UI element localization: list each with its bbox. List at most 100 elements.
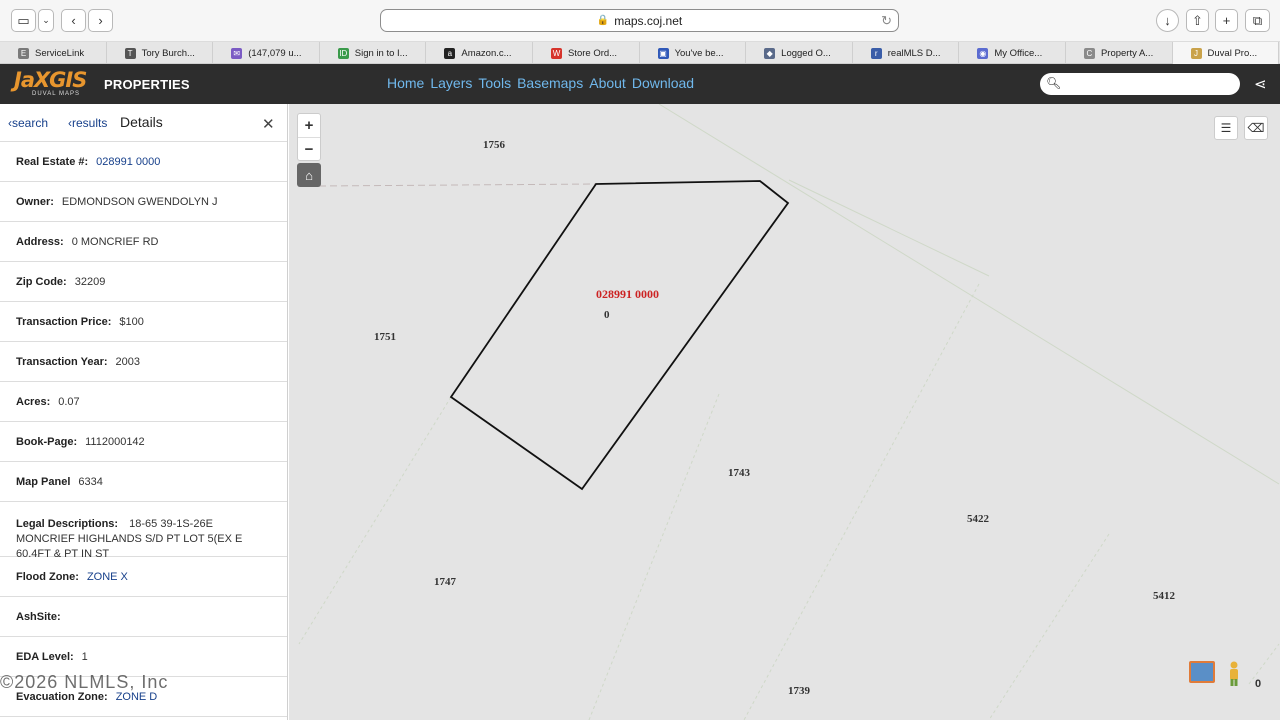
tab-favicon-icon: ◆ — [764, 47, 776, 59]
nav-download[interactable]: Download — [632, 75, 694, 91]
field-flood-zone: Flood Zone: ZONE X — [0, 557, 287, 597]
back-to-search-link[interactable]: ‹search — [8, 116, 48, 130]
tab-label: Tory Burch... — [141, 47, 195, 59]
tab-label: Logged O... — [781, 47, 831, 59]
basemap-gallery-icon[interactable] — [1189, 661, 1215, 683]
browser-tab[interactable]: r realMLS D... — [853, 42, 960, 64]
share-network-icon[interactable]: ⋖ — [1254, 75, 1267, 93]
sidebar-menu-chevron-icon[interactable]: ⌄ — [38, 9, 54, 32]
browser-toolbar: ▭ ⌄ ‹ › 🔒 maps.coj.net ↻ ↓ ⇧ + ⧉ — [0, 0, 1280, 42]
eraser-icon: ⌫ — [1247, 121, 1265, 135]
panel-header: ‹search ‹results Details ✕ — [0, 104, 287, 142]
field-address: Address: 0 MONCRIEF RD — [0, 222, 287, 262]
lot-label: 1747 — [434, 576, 457, 588]
lot-line — [1248, 643, 1280, 685]
tab-label: Sign in to I... — [354, 47, 408, 59]
close-icon[interactable]: ✕ — [262, 115, 275, 133]
browser-tab[interactable]: C Property A... — [1066, 42, 1173, 64]
lock-icon: 🔒 — [596, 15, 610, 26]
nav-basemaps[interactable]: Basemaps — [517, 75, 583, 91]
download-icon[interactable]: ↓ — [1156, 9, 1179, 32]
tab-label: realMLS D... — [887, 47, 941, 59]
browser-tab[interactable]: ID Sign in to I... — [320, 42, 427, 64]
reload-icon[interactable]: ↻ — [881, 13, 892, 29]
new-tab-icon[interactable]: + — [1215, 9, 1238, 32]
tab-label: Duval Pro... — [1207, 47, 1258, 59]
field-ashsite: AshSite: — [0, 597, 287, 637]
nav-home[interactable]: Home — [387, 75, 424, 91]
lot-boundaries — [298, 104, 1280, 720]
field-zip: Zip Code: 32209 — [0, 262, 287, 302]
nav-tools[interactable]: Tools — [478, 75, 511, 91]
nav-about[interactable]: About — [589, 75, 626, 91]
field-eda-level: EDA Level: 1 — [0, 637, 287, 677]
clear-graphics-button[interactable]: ⌫ — [1244, 116, 1268, 140]
lot-line — [298, 396, 452, 645]
lot-label: 1743 — [728, 467, 751, 479]
address-bar[interactable]: 🔒 maps.coj.net ↻ — [380, 9, 899, 32]
flood-zone-link[interactable]: ZONE X — [87, 571, 128, 583]
zoom-control: + − — [297, 113, 321, 161]
browser-tab[interactable]: W Store Ord... — [533, 42, 640, 64]
tab-favicon-icon: ID — [337, 47, 349, 59]
road-line — [318, 183, 597, 187]
sidebar-toggle-icon[interactable]: ▭ — [11, 9, 36, 32]
lot-label: 1756 — [483, 139, 506, 151]
tab-favicon-icon: r — [870, 47, 882, 59]
tab-label: Store Ord... — [567, 47, 618, 59]
tab-favicon-icon: ✉ — [231, 47, 243, 59]
search-icon: 🔍︎ — [1046, 76, 1062, 90]
browser-tab[interactable]: J Duval Pro... — [1172, 42, 1280, 64]
share-icon[interactable]: ⇧ — [1186, 9, 1209, 32]
field-legal-description: Legal Descriptions: 18-65 39-1S-26E MONC… — [0, 502, 287, 560]
parcel-id-label: 028991 0000 — [596, 287, 659, 301]
jaxgis-logo[interactable]: JaXGIS DUVAL MAPS — [14, 68, 96, 100]
tab-overview-icon[interactable]: ⧉ — [1245, 9, 1270, 32]
tab-bar: E ServiceLink T Tory Burch... ✉ (147,079 u...… — [0, 42, 1280, 64]
field-owner: Owner: EDMONDSON GWENDOLYN J — [0, 182, 287, 222]
back-to-results-link[interactable]: ‹results — [68, 116, 107, 130]
home-icon: ⌂ — [305, 167, 313, 183]
nav-layers[interactable]: Layers — [430, 75, 472, 91]
search-input[interactable]: 🔍︎ — [1040, 73, 1240, 95]
zoom-in-button[interactable]: + — [298, 114, 320, 137]
browser-tab[interactable]: ✉ (147,079 u... — [213, 42, 320, 64]
lot-label: 1739 — [788, 685, 811, 697]
tab-label: (147,079 u... — [248, 47, 302, 59]
tab-label: Amazon.c... — [461, 47, 512, 59]
browser-tab[interactable]: E ServiceLink — [0, 42, 107, 64]
browser-tab[interactable]: a Amazon.c... — [426, 42, 533, 64]
map-view[interactable]: 028991 0000 0 1756 1751 1743 5422 1747 5… — [289, 104, 1280, 720]
lot-line — [658, 104, 1280, 485]
zoom-out-button[interactable]: − — [298, 137, 320, 160]
main-nav: Home Layers Tools Basemaps About Downloa… — [387, 75, 694, 91]
street-view-pegman-icon[interactable] — [1227, 661, 1241, 687]
legend-list-button[interactable]: ☰ — [1214, 116, 1238, 140]
selected-parcel-outline[interactable] — [449, 180, 790, 491]
tab-label: You've be... — [674, 47, 724, 59]
field-acres: Acres: 0.07 — [0, 382, 287, 422]
lot-line — [743, 283, 980, 720]
field-transaction-price: Transaction Price: $100 — [0, 302, 287, 342]
logo-subtitle: DUVAL MAPS — [32, 91, 81, 97]
url-text: maps.coj.net — [614, 13, 683, 28]
real-estate-link[interactable]: 028991 0000 — [96, 156, 160, 168]
back-icon[interactable]: ‹ — [61, 9, 86, 32]
browser-tab[interactable]: ◉ My Office... — [959, 42, 1066, 64]
parcel-number-label: 0 — [604, 309, 610, 321]
browser-tab[interactable]: ◆ Logged O... — [746, 42, 853, 64]
tab-favicon-icon: C — [1083, 47, 1095, 59]
home-extent-button[interactable]: ⌂ — [297, 163, 321, 187]
lot-label: 5412 — [1153, 590, 1176, 602]
lot-line — [788, 179, 990, 277]
browser-tab[interactable]: T Tory Burch... — [107, 42, 214, 64]
field-transaction-year: Transaction Year: 2003 — [0, 342, 287, 382]
forward-icon[interactable]: › — [88, 9, 113, 32]
lot-line — [988, 533, 1110, 720]
parcel-map: 028991 0000 0 1756 1751 1743 5422 1747 5… — [298, 104, 1280, 720]
tab-favicon-icon: ▣ — [657, 47, 669, 59]
details-panel: ‹search ‹results Details ✕ Real Estate #… — [0, 104, 288, 720]
panel-title: Details — [120, 114, 163, 130]
browser-tab[interactable]: ▣ You've be... — [640, 42, 747, 64]
tab-favicon-icon: ◉ — [977, 47, 989, 59]
